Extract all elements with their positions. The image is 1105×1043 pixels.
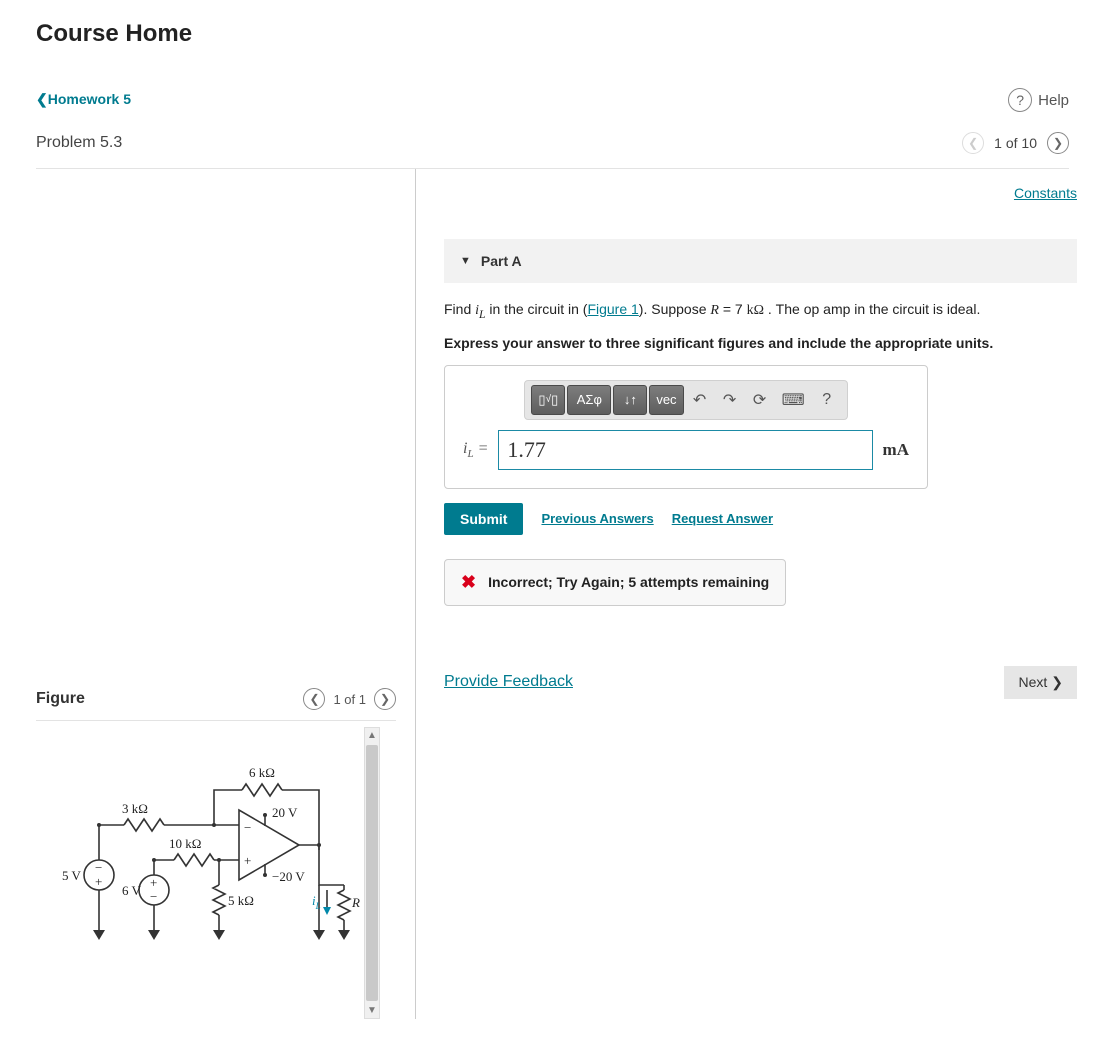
problem-position: 1 of 10 (994, 135, 1037, 151)
svg-text:+: + (95, 874, 102, 889)
help-link[interactable]: ? Help (1008, 88, 1069, 112)
svg-text:−: − (244, 820, 251, 835)
next-label: Next (1018, 674, 1047, 690)
svg-text:+: + (244, 853, 251, 868)
circuit-diagram: .wire { stroke:#333; stroke-width:1.6; f… (36, 727, 380, 1000)
part-label: Part A (481, 253, 522, 269)
chevron-left-icon: ❮ (36, 91, 48, 107)
breadcrumb[interactable]: ❮Homework 5 (36, 91, 131, 109)
answer-unit: mA (883, 440, 909, 460)
help-icon: ? (1008, 88, 1032, 112)
scroll-thumb[interactable] (366, 745, 378, 1001)
svg-text:20 V: 20 V (272, 805, 298, 820)
toolbar-redo-button[interactable]: ↷ (716, 385, 744, 415)
toolbar-greek-button[interactable]: ΑΣφ (567, 385, 611, 415)
svg-text:6 kΩ: 6 kΩ (249, 765, 275, 780)
breadcrumb-label: Homework 5 (48, 91, 131, 107)
answer-lhs: iL = (463, 440, 488, 460)
toolbar-subsup-button[interactable]: ↓↑ (613, 385, 647, 415)
chevron-right-icon: ❯ (1051, 674, 1063, 691)
svg-text:−: − (95, 860, 102, 875)
figure-next-button[interactable]: ❯ (374, 688, 396, 710)
math-toolbar: ▯√▯ ΑΣφ ↓↑ vec ↶ ↷ ⟳ ⌨ ? (524, 380, 847, 420)
svg-text:−20 V: −20 V (272, 869, 305, 884)
svg-text:10 kΩ: 10 kΩ (169, 836, 201, 851)
figure-viewport: .wire { stroke:#333; stroke-width:1.6; f… (36, 727, 396, 1019)
figure-scrollbar[interactable]: ▲ ▼ (364, 727, 380, 1019)
toolbar-reset-button[interactable]: ⟳ (746, 385, 774, 415)
previous-answers-link[interactable]: Previous Answers (541, 511, 653, 526)
feedback-box: ✖ Incorrect; Try Again; 5 attempts remai… (444, 559, 786, 606)
next-button[interactable]: Next ❯ (1004, 666, 1077, 699)
svg-text:R: R (351, 895, 360, 910)
toolbar-vector-button[interactable]: vec (649, 385, 683, 415)
problem-title: Problem 5.3 (36, 134, 122, 152)
part-a-header[interactable]: ▼ Part A (444, 239, 1077, 283)
toolbar-templates-button[interactable]: ▯√▯ (531, 385, 565, 415)
toolbar-undo-button[interactable]: ↶ (686, 385, 714, 415)
svg-text:+: + (150, 875, 157, 890)
breadcrumb-link[interactable]: ❮Homework 5 (36, 91, 131, 107)
scroll-down-icon[interactable]: ▼ (367, 1003, 377, 1018)
request-answer-link[interactable]: Request Answer (672, 511, 773, 526)
next-problem-button[interactable]: ❯ (1047, 132, 1069, 154)
answer-input[interactable] (498, 430, 872, 470)
figure-link[interactable]: Figure 1 (587, 301, 638, 317)
prev-problem-button[interactable]: ❮ (962, 132, 984, 154)
svg-text:5 kΩ: 5 kΩ (228, 893, 254, 908)
toolbar-help-button[interactable]: ? (813, 385, 841, 415)
scroll-up-icon[interactable]: ▲ (367, 728, 377, 743)
figure-position: 1 of 1 (333, 692, 366, 707)
svg-text:−: − (150, 889, 157, 904)
collapse-icon: ▼ (460, 255, 471, 267)
feedback-text: Incorrect; Try Again; 5 attempts remaini… (488, 574, 769, 590)
question-text: Find iL in the circuit in (Figure 1). Su… (444, 283, 1077, 351)
incorrect-icon: ✖ (461, 572, 476, 593)
figure-title: Figure (36, 690, 85, 708)
answer-box: ▯√▯ ΑΣφ ↓↑ vec ↶ ↷ ⟳ ⌨ ? iL = mA (444, 365, 928, 489)
figure-prev-button[interactable]: ❮ (303, 688, 325, 710)
svg-text:5 V: 5 V (62, 868, 82, 883)
course-title: Course Home (36, 20, 1069, 48)
help-label: Help (1038, 92, 1069, 109)
toolbar-keyboard-button[interactable]: ⌨ (776, 385, 811, 415)
constants-link[interactable]: Constants (1014, 185, 1077, 201)
submit-button[interactable]: Submit (444, 503, 523, 535)
provide-feedback-link[interactable]: Provide Feedback (444, 673, 573, 691)
svg-text:6 V: 6 V (122, 883, 142, 898)
svg-text:3 kΩ: 3 kΩ (122, 801, 148, 816)
